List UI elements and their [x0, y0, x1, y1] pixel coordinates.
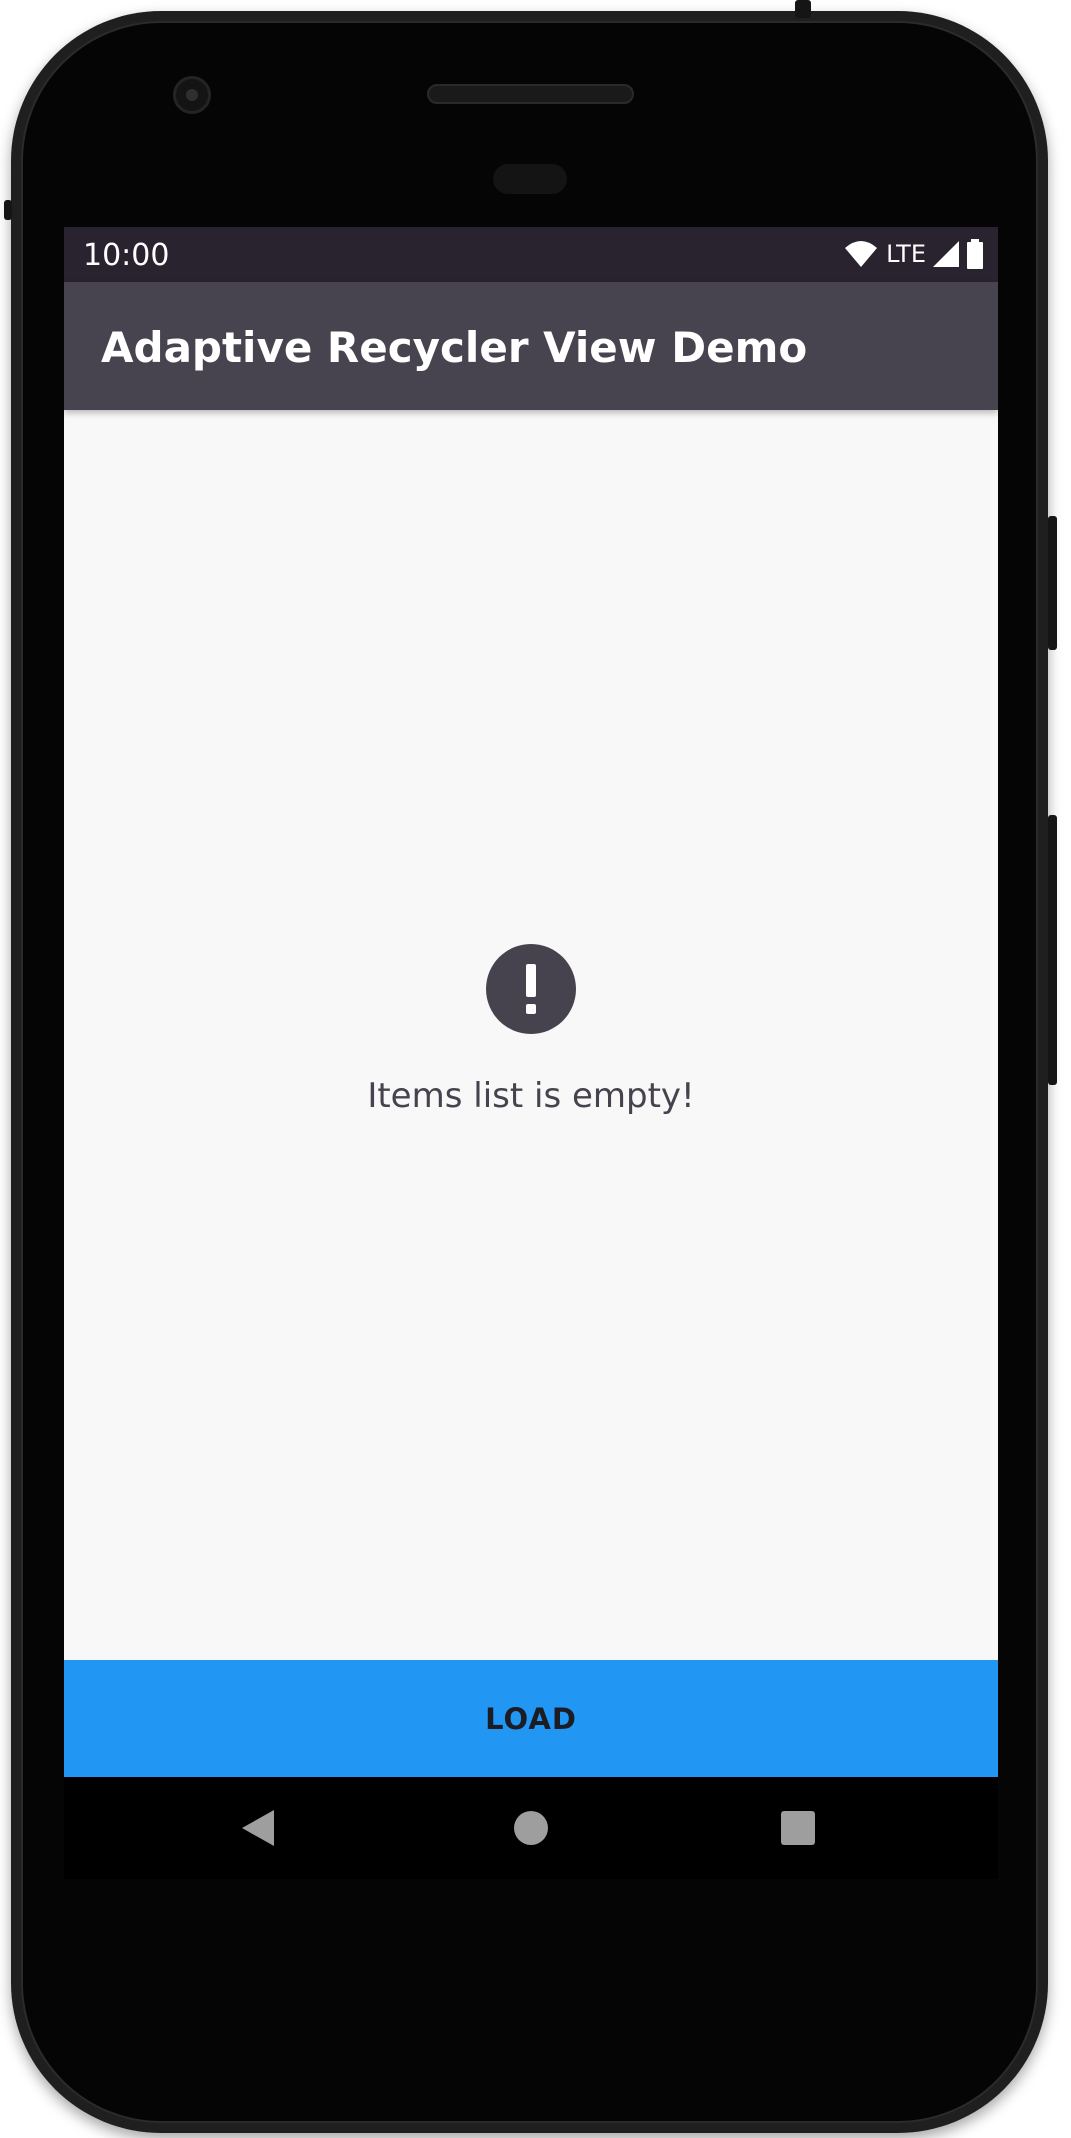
app-bar: Adaptive Recycler View Demo [64, 282, 998, 410]
front-camera [173, 76, 211, 114]
phone-volume-button [1048, 815, 1057, 1085]
status-icons: LTE [844, 237, 984, 271]
empty-state-message: Items list is empty! [367, 1076, 695, 1116]
status-time: 10:00 [83, 238, 170, 273]
phone-screen: 10:00 LTE Adaptive Recycler View Demo It… [64, 227, 998, 1879]
load-button[interactable]: LOAD [64, 1660, 998, 1777]
exclamation-circle-icon [64, 944, 998, 1034]
empty-state: Items list is empty! [64, 944, 998, 1116]
wifi-icon [844, 240, 878, 268]
navigation-bar [64, 1777, 998, 1879]
app-title: Adaptive Recycler View Demo [101, 323, 808, 372]
battery-icon [966, 239, 984, 269]
proximity-sensor [493, 164, 567, 194]
earpiece-speaker [427, 84, 634, 104]
home-circle-icon[interactable] [496, 1793, 566, 1863]
cell-signal-icon [932, 240, 960, 268]
back-triangle-icon[interactable] [223, 1793, 293, 1863]
status-bar: 10:00 LTE [64, 227, 998, 282]
phone-left-button [4, 200, 12, 220]
phone-power-button [1048, 516, 1057, 650]
recents-square-icon[interactable] [763, 1793, 833, 1863]
phone-top-button [795, 0, 811, 18]
network-type-label: LTE [886, 240, 926, 268]
